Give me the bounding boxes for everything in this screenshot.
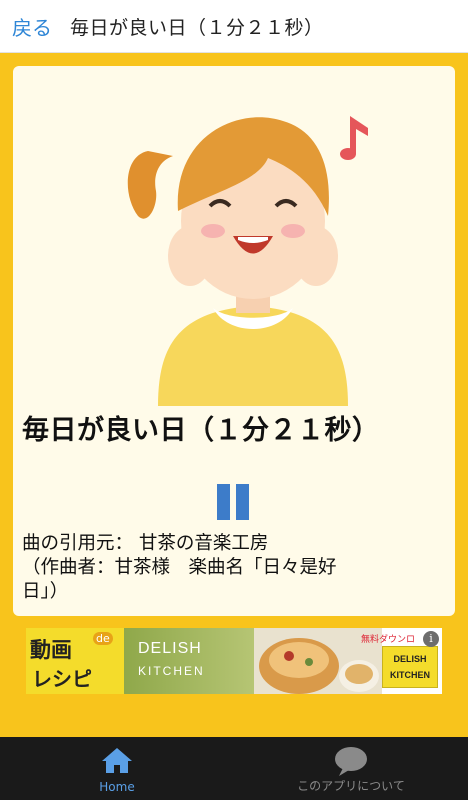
ad-de-badge: de — [93, 632, 113, 645]
player-card: 毎日が良い日（１分２１秒） 曲の引用元： 甘茶の音楽工房 （作曲者：甘茶様 楽曲… — [13, 66, 455, 616]
pause-icon-bar-left — [217, 484, 230, 520]
pause-button[interactable] — [215, 484, 251, 520]
nav-item-about-label: このアプリについて — [297, 779, 405, 793]
bottom-navigation: Home このアプリについて — [0, 737, 468, 800]
app-header: 戻る 毎日が良い日（１分２１秒） — [0, 0, 468, 53]
pause-icon-bar-right — [236, 484, 249, 520]
girl-singing-illustration — [127, 116, 368, 406]
ad-brand-panel: DELISH KITCHEN — [124, 628, 254, 694]
ad-free-download-label: 無料ダウンロ — [361, 635, 416, 645]
ad-logo-line2: KITCHEN — [390, 670, 430, 680]
nav-item-about[interactable]: このアプリについて — [234, 737, 468, 800]
speech-bubble-icon — [335, 747, 367, 776]
page-title: 毎日が良い日（１分２１秒） — [70, 16, 324, 39]
song-title: 毎日が良い日（１分２１秒） — [22, 415, 380, 446]
ad-brand-line1: DELISH — [138, 640, 202, 657]
ad-app-logo: DELISH KITCHEN — [382, 646, 438, 688]
nav-item-home[interactable]: Home — [0, 737, 234, 800]
home-icon — [102, 748, 132, 773]
ad-headline-line2: レシピ — [32, 667, 92, 691]
ad-info-icon[interactable]: i — [423, 631, 439, 647]
ad-headline-line1: 動画 — [30, 638, 72, 662]
nav-item-home-label: Home — [99, 780, 135, 794]
ad-brand-line2: KITCHEN — [138, 664, 205, 678]
back-button[interactable]: 戻る — [12, 12, 52, 41]
credit-text: 曲の引用元： 甘茶の音楽工房 （作曲者：甘茶様 楽曲名「日々是好 日」） — [22, 533, 337, 602]
ad-left-panel: 動画 de レシピ — [26, 628, 124, 694]
ad-banner[interactable]: 動画 de レシピ DELISH KITCHEN 無料ダウンロ DELISH K… — [26, 628, 442, 694]
ad-logo-line1: DELISH — [393, 654, 427, 664]
